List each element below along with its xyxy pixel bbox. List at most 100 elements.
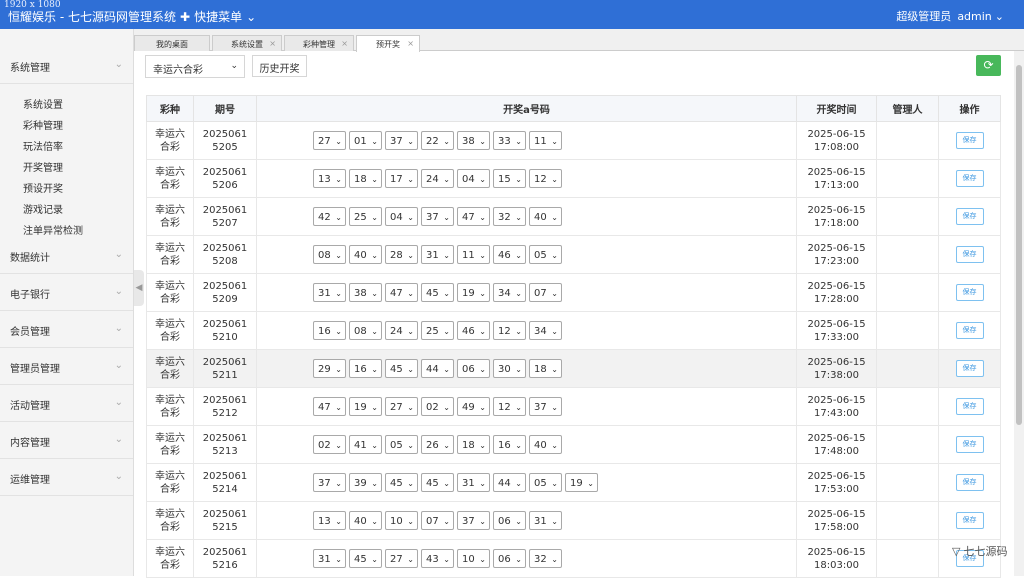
save-button[interactable]: 保存 [955,170,984,187]
number-select[interactable]: 29 ⌄ [313,359,346,378]
number-select[interactable]: 02 ⌄ [313,435,346,454]
sidebar-group-6[interactable]: 内容管理 ⌄ [0,422,133,459]
sidebar-group-0[interactable]: 系统管理 ⌄ [0,47,133,84]
save-button[interactable]: 保存 [955,284,984,301]
number-select[interactable]: 47 ⌄ [385,283,418,302]
number-select[interactable]: 37 ⌄ [421,207,454,226]
number-select[interactable]: 45 ⌄ [385,359,418,378]
number-select[interactable]: 32 ⌄ [529,549,562,568]
save-button[interactable]: 保存 [955,322,984,339]
number-select[interactable]: 27 ⌄ [385,549,418,568]
number-select[interactable]: 41 ⌄ [349,435,382,454]
user-menu-button[interactable]: admin ⌄ [957,10,1004,23]
number-select[interactable]: 33 ⌄ [493,131,526,150]
tab-2[interactable]: 彩种管理 × [284,35,354,51]
number-select[interactable]: 13 ⌄ [313,511,346,530]
number-select[interactable]: 04 ⌄ [457,169,490,188]
save-button[interactable]: 保存 [955,208,984,225]
number-select[interactable]: 40 ⌄ [349,511,382,530]
number-select[interactable]: 39 ⌄ [349,473,382,492]
save-button[interactable]: 保存 [955,512,984,529]
scrollbar-thumb[interactable] [1016,65,1022,425]
number-select[interactable]: 34 ⌄ [529,321,562,340]
number-select[interactable]: 17 ⌄ [385,169,418,188]
sidebar-group-2[interactable]: 电子银行 ⌄ [0,274,133,311]
number-select[interactable]: 07 ⌄ [421,511,454,530]
number-select[interactable]: 38 ⌄ [457,131,490,150]
number-select[interactable]: 16 ⌄ [493,435,526,454]
number-select[interactable]: 22 ⌄ [421,131,454,150]
sidebar-subitem-0[interactable]: 系统设置 [23,96,63,111]
sidebar-subitem-3[interactable]: 开奖管理 [23,159,63,174]
number-select[interactable]: 44 ⌄ [493,473,526,492]
number-select[interactable]: 46 ⌄ [457,321,490,340]
number-select[interactable]: 31 ⌄ [421,245,454,264]
number-select[interactable]: 28 ⌄ [385,245,418,264]
scrollbar[interactable] [1014,51,1024,576]
number-select[interactable]: 18 ⌄ [349,169,382,188]
number-select[interactable]: 44 ⌄ [421,359,454,378]
close-icon[interactable]: × [269,39,276,48]
number-select[interactable]: 18 ⌄ [457,435,490,454]
number-select[interactable]: 12 ⌄ [493,397,526,416]
number-select[interactable]: 47 ⌄ [457,207,490,226]
number-select[interactable]: 40 ⌄ [529,207,562,226]
number-select[interactable]: 24 ⌄ [421,169,454,188]
number-select[interactable]: 19 ⌄ [349,397,382,416]
number-select[interactable]: 34 ⌄ [493,283,526,302]
save-button[interactable]: 保存 [955,398,984,415]
number-select[interactable]: 24 ⌄ [385,321,418,340]
number-select[interactable]: 40 ⌄ [529,435,562,454]
number-select[interactable]: 37 ⌄ [529,397,562,416]
number-select[interactable]: 26 ⌄ [421,435,454,454]
save-button[interactable]: 保存 [955,474,984,491]
number-select[interactable]: 05 ⌄ [529,245,562,264]
number-select[interactable]: 31 ⌄ [313,283,346,302]
number-select[interactable]: 19 ⌄ [565,473,598,492]
number-select[interactable]: 32 ⌄ [493,207,526,226]
number-select[interactable]: 08 ⌄ [349,321,382,340]
number-select[interactable]: 05 ⌄ [529,473,562,492]
number-select[interactable]: 49 ⌄ [457,397,490,416]
tab-1[interactable]: 系统设置 × [212,35,282,51]
number-select[interactable]: 31 ⌄ [313,549,346,568]
number-select[interactable]: 43 ⌄ [421,549,454,568]
sidebar-subitem-4[interactable]: 预设开奖 [23,180,63,195]
number-select[interactable]: 45 ⌄ [349,549,382,568]
number-select[interactable]: 12 ⌄ [493,321,526,340]
number-select[interactable]: 25 ⌄ [421,321,454,340]
number-select[interactable]: 01 ⌄ [349,131,382,150]
number-select[interactable]: 19 ⌄ [457,283,490,302]
number-select[interactable]: 08 ⌄ [313,245,346,264]
lottery-select[interactable]: 幸运六合彩 ⌄ [145,55,245,78]
number-select[interactable]: 37 ⌄ [313,473,346,492]
number-select[interactable]: 27 ⌄ [313,131,346,150]
save-button[interactable]: 保存 [955,360,984,377]
number-select[interactable]: 31 ⌄ [529,511,562,530]
number-select[interactable]: 42 ⌄ [313,207,346,226]
number-select[interactable]: 30 ⌄ [493,359,526,378]
number-select[interactable]: 46 ⌄ [493,245,526,264]
close-icon[interactable]: × [341,39,348,48]
number-select[interactable]: 37 ⌄ [385,131,418,150]
number-select[interactable]: 18 ⌄ [529,359,562,378]
number-select[interactable]: 45 ⌄ [421,473,454,492]
number-select[interactable]: 05 ⌄ [385,435,418,454]
sidebar-subitem-1[interactable]: 彩种管理 [23,117,63,132]
save-button[interactable]: 保存 [955,436,984,453]
sidebar-subitem-2[interactable]: 玩法倍率 [23,138,63,153]
number-select[interactable]: 15 ⌄ [493,169,526,188]
sidebar-group-4[interactable]: 管理员管理 ⌄ [0,348,133,385]
number-select[interactable]: 16 ⌄ [313,321,346,340]
sidebar-collapse-handle[interactable]: ◀ [134,270,144,306]
sidebar-subitem-6[interactable]: 注单异常检测 [23,222,83,237]
number-select[interactable]: 31 ⌄ [457,473,490,492]
number-select[interactable]: 25 ⌄ [349,207,382,226]
number-select[interactable]: 13 ⌄ [313,169,346,188]
save-button[interactable]: 保存 [955,246,984,263]
number-select[interactable]: 06 ⌄ [493,511,526,530]
refresh-button[interactable]: ⟳ [976,55,1001,76]
number-select[interactable]: 45 ⌄ [385,473,418,492]
tab-3[interactable]: 预开奖 × [356,35,420,52]
number-select[interactable]: 04 ⌄ [385,207,418,226]
